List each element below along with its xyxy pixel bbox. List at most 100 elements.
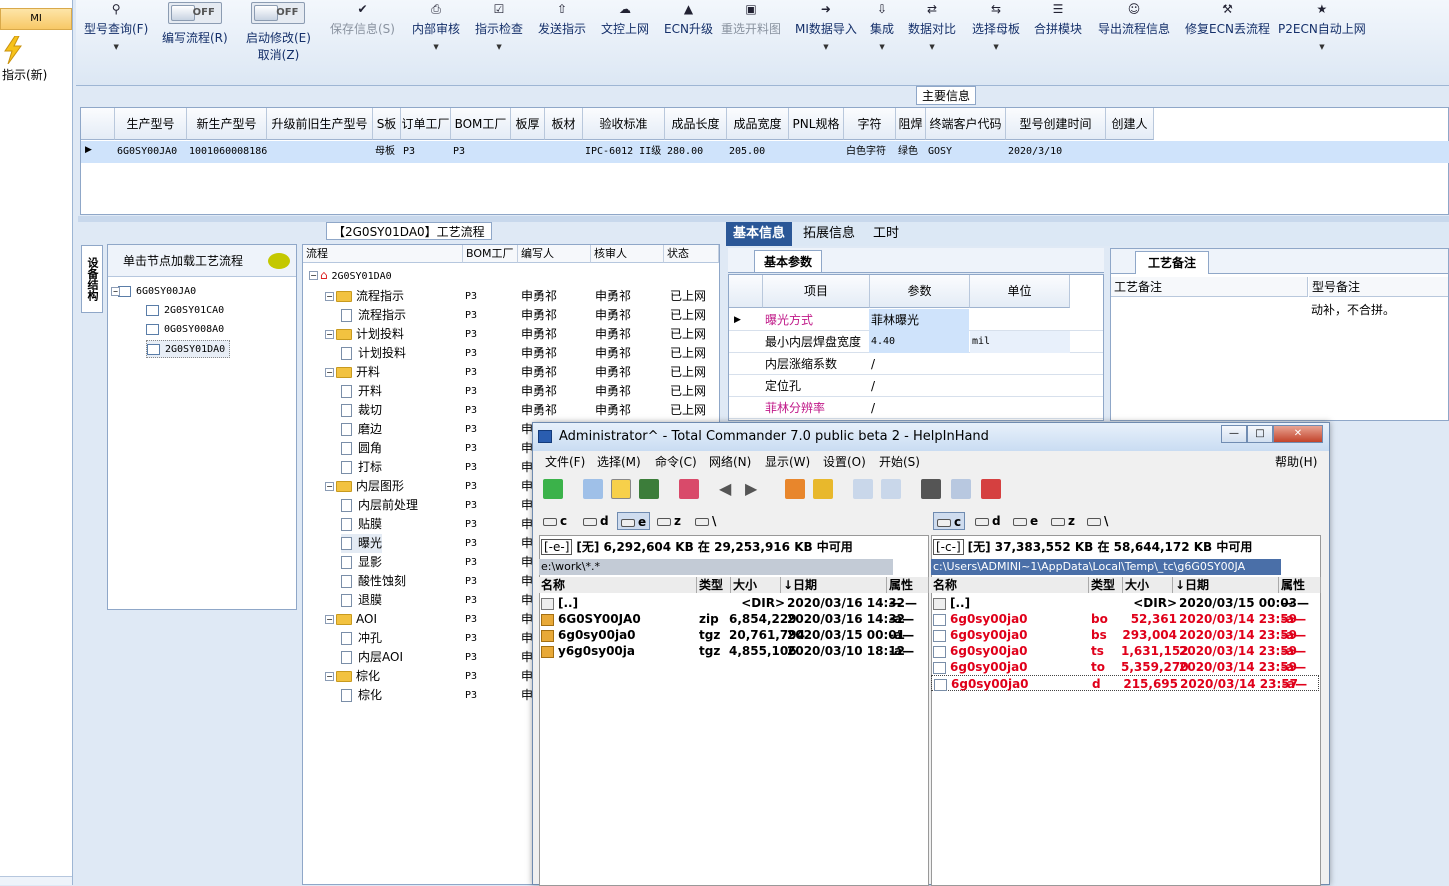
flow-node[interactable]: 打标: [341, 458, 382, 477]
flow-node[interactable]: 计划投料: [341, 344, 406, 363]
drive-z-left[interactable]: z: [657, 512, 681, 530]
grid-column-header[interactable]: BOM工厂: [451, 108, 511, 140]
brief-view-icon[interactable]: [583, 479, 603, 499]
params-col-item[interactable]: 项目: [763, 275, 870, 308]
indicator-new-label[interactable]: 指示(新): [2, 66, 47, 83]
ecn-upgrade-button[interactable]: ▲ ECN升级: [664, 2, 713, 37]
file-col-header[interactable]: 大小: [1123, 577, 1173, 593]
file-row[interactable]: y6g0sy00ja tgz 4,855,106 2020/03/10 18:12 -a…: [539, 643, 927, 659]
grid-column-header[interactable]: 字符: [844, 108, 896, 140]
file-row[interactable]: [..] <DIR> 2020/03/15 00:03— —: [931, 595, 1319, 611]
flow-row[interactable]: 计划投料 P3 申勇祁 申勇祁 已上网: [303, 344, 719, 363]
menu-net[interactable]: 网络(N): [709, 453, 751, 471]
menu-select[interactable]: 选择(M): [597, 453, 641, 471]
flow-node[interactable]: 圆角: [341, 439, 382, 458]
doc-control-online-button[interactable]: ☁ 文控上网: [601, 2, 649, 37]
flow-row[interactable]: 流程指示 P3 申勇祁 申勇祁 已上网: [303, 306, 719, 325]
flow-row[interactable]: − 开料 P3 申勇祁 申勇祁 已上网: [303, 363, 719, 382]
grid-column-header[interactable]: 板厚: [511, 108, 545, 140]
drive-d-right[interactable]: d: [975, 512, 1001, 530]
menu-file[interactable]: 文件(F): [545, 453, 585, 471]
model-query-button[interactable]: ⚲ 型号查询(F) ▼: [84, 2, 148, 51]
comment-bubble-icon[interactable]: [268, 253, 290, 269]
full-view-icon[interactable]: [611, 479, 631, 499]
left-drive-select[interactable]: [-e-]: [541, 539, 573, 555]
flow-root-node[interactable]: − ⌂ 2G0SY01DA0: [309, 266, 392, 285]
param-value[interactable]: 4.40: [869, 331, 969, 353]
instruction-check-button[interactable]: ☑ 指示检查 ▼: [475, 2, 523, 51]
grid-column-header[interactable]: 生产型号: [115, 108, 187, 140]
tree-node[interactable]: 0G0SY008A0: [146, 321, 224, 339]
flow-node[interactable]: 贴膜: [341, 515, 382, 534]
drive-z-right[interactable]: z: [1051, 512, 1075, 530]
file-col-header[interactable]: ↓日期: [1173, 577, 1279, 593]
param-value[interactable]: /: [869, 353, 969, 375]
drive-e-right[interactable]: e: [1013, 512, 1038, 530]
grid-column-header[interactable]: 创建人: [1106, 108, 1154, 140]
param-row[interactable]: 最小内层焊盘宽度 4.40 mil: [729, 331, 1103, 353]
menu-help[interactable]: 帮助(H): [1275, 453, 1317, 471]
tree-node[interactable]: 2G0SY01CA0: [146, 302, 224, 320]
grid-column-header[interactable]: S板: [373, 108, 401, 140]
toggle-switch[interactable]: OFF: [167, 2, 222, 24]
flow-col-header[interactable]: 编写人: [518, 245, 591, 263]
rename-icon[interactable]: [951, 479, 971, 499]
file-col-header[interactable]: 名称: [931, 577, 1089, 593]
model-notes-text[interactable]: 动补，不合拼。: [1311, 301, 1395, 318]
params-col-unit[interactable]: 单位: [970, 275, 1070, 308]
merge-module-button[interactable]: ☰ 合拼模块: [1034, 2, 1082, 37]
file-col-header[interactable]: 属性: [887, 577, 929, 593]
drive-net-right[interactable]: \: [1087, 512, 1108, 530]
file-row[interactable]: 6g0sy00ja0 ts 1,631,152 2020/03/14 23:59 -a—: [931, 643, 1319, 659]
flow-row[interactable]: 开料 P3 申勇祁 申勇祁 已上网: [303, 382, 719, 401]
param-row[interactable]: ▶ 曝光方式 菲林曝光: [729, 309, 1103, 331]
basic-params-tab[interactable]: 基本参数: [754, 250, 823, 272]
grid-column-header[interactable]: 成品宽度: [727, 108, 789, 140]
tab-extended-info[interactable]: 拓展信息: [796, 222, 862, 246]
invert-selection-icon[interactable]: [679, 479, 699, 499]
grid-column-header[interactable]: 验收标准: [583, 108, 665, 140]
internal-review-button[interactable]: ⎙ 内部审核 ▼: [412, 2, 460, 51]
flow-col-header[interactable]: 状态: [664, 245, 719, 263]
minimize-button[interactable]: —: [1221, 425, 1247, 443]
flow-node[interactable]: 内层前处理: [341, 496, 418, 515]
flow-node[interactable]: 棕化: [341, 686, 382, 705]
flow-node[interactable]: 开料: [341, 382, 382, 401]
file-col-header[interactable]: 类型: [1089, 577, 1123, 593]
grid-column-header[interactable]: 板材: [545, 108, 583, 140]
drive-net-left[interactable]: \: [695, 512, 716, 530]
grid-column-header[interactable]: 型号创建时间: [1006, 108, 1106, 140]
file-row[interactable]: 6g0sy00ja0 tgz 20,761,794 2020/03/15 00:01-…: [539, 627, 927, 643]
file-row[interactable]: [..] <DIR> 2020/03/16 14:32— —: [539, 595, 927, 611]
send-instruction-button[interactable]: ⇧ 发送指示: [538, 2, 586, 37]
param-value[interactable]: /: [869, 397, 969, 419]
window-titlebar[interactable]: Administrator^ - Total Commander 7.0 pub…: [533, 423, 1329, 451]
sync-icon[interactable]: [981, 479, 1001, 499]
drive-c-left[interactable]: c: [543, 512, 567, 530]
flow-node[interactable]: − 计划投料: [325, 325, 404, 344]
mi-data-import-button[interactable]: ➜ MI数据导入 ▼: [795, 2, 857, 51]
forward-icon[interactable]: ▶: [745, 479, 765, 499]
flow-node[interactable]: − 流程指示: [325, 287, 404, 306]
menu-view[interactable]: 显示(W): [765, 453, 810, 471]
collapse-icon[interactable]: −: [111, 287, 120, 296]
file-col-header[interactable]: 大小: [731, 577, 781, 593]
menu-command[interactable]: 命令(C): [655, 453, 697, 471]
unpack-icon[interactable]: [813, 479, 833, 499]
drive-d-left[interactable]: d: [583, 512, 609, 530]
tree-node[interactable]: 6G0SY00JA0−: [111, 283, 196, 301]
flow-node[interactable]: 酸性蚀刻: [341, 572, 406, 591]
grid-column-header[interactable]: 升级前旧生产型号: [267, 108, 373, 140]
grid-column-header[interactable]: 新生产型号: [187, 108, 267, 140]
file-row[interactable]: 6G0SY00JA0 zip 6,854,229 2020/03/16 14:32 -a…: [539, 611, 927, 627]
flow-node[interactable]: 流程指示: [341, 306, 406, 325]
pack-icon[interactable]: [785, 479, 805, 499]
flow-node[interactable]: − 开料: [325, 363, 380, 382]
flow-row[interactable]: − 计划投料 P3 申勇祁 申勇祁 已上网: [303, 325, 719, 344]
flow-col-header[interactable]: 核审人: [591, 245, 664, 263]
maximize-button[interactable]: □: [1247, 425, 1273, 443]
file-col-header[interactable]: 类型: [697, 577, 731, 593]
find-icon[interactable]: [921, 479, 941, 499]
tree-node[interactable]: 2G0SY01DA0: [146, 340, 231, 358]
menu-config[interactable]: 设置(O): [823, 453, 866, 471]
